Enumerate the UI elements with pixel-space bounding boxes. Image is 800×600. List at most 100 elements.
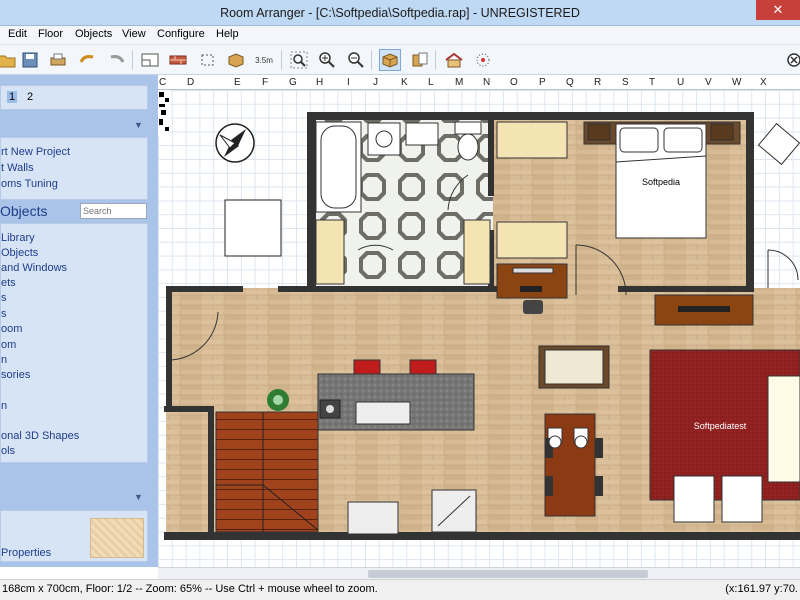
nightstand[interactable] — [587, 123, 611, 141]
properties-link[interactable]: Properties — [1, 547, 51, 559]
save-icon[interactable] — [19, 49, 41, 71]
ruler-column-label: L — [428, 77, 434, 88]
ruler-column-label: O — [510, 77, 518, 88]
rug-label: Softpediatest — [694, 421, 747, 431]
exit-icon[interactable] — [783, 49, 800, 71]
sofa[interactable] — [538, 345, 610, 389]
living-armchair[interactable] — [673, 475, 715, 523]
collapse-arrow-icon[interactable]: ▼ — [134, 492, 143, 502]
box-icon[interactable] — [225, 49, 247, 71]
start-panel: rt New Project t Walls oms Tuning — [0, 137, 148, 200]
objects-heading: Objects — [0, 203, 48, 219]
bathtub[interactable] — [315, 121, 362, 213]
toolbar-separator — [435, 50, 436, 70]
open-folder-icon[interactable] — [0, 49, 18, 71]
bed-label: Softpedia — [642, 177, 680, 187]
window-title: Room Arranger - [C:\Softpedia\Softpedia.… — [220, 6, 580, 20]
floor-plan-icon[interactable] — [139, 49, 161, 71]
house-3d-icon[interactable] — [443, 49, 465, 71]
plate — [574, 435, 588, 449]
top-ruler: C D E F G H I J K L M N O P Q R S T U V … — [158, 75, 800, 90]
object-category-link[interactable]: om — [1, 339, 16, 351]
cursor-coordinates: (x:161.97 y:70. — [725, 583, 798, 595]
kitchen-sink[interactable] — [347, 501, 399, 535]
menu-edit[interactable]: Edit — [8, 28, 27, 40]
menu-objects[interactable]: Objects — [75, 28, 112, 40]
page-tab-1[interactable]: 1 — [7, 91, 18, 103]
kitchen-island[interactable] — [317, 373, 475, 431]
object-category-link[interactable]: s — [1, 292, 7, 304]
ruler-column-label: E — [234, 77, 241, 88]
render-icon[interactable] — [472, 49, 494, 71]
close-button[interactable]: ✕ — [756, 0, 800, 20]
bar-stool[interactable] — [409, 359, 437, 375]
selection-icon[interactable] — [197, 49, 219, 71]
toolbar-separator — [281, 50, 282, 70]
object-category-link[interactable]: ols — [1, 445, 15, 457]
page-tab-2[interactable]: 2 — [27, 91, 33, 103]
ruler-column-label: Q — [566, 77, 574, 88]
floor-plan-drawing[interactable]: Softpedia Softpediatest — [158, 90, 800, 567]
object-category-link[interactable]: Objects — [1, 247, 38, 259]
dining-table[interactable] — [544, 413, 603, 517]
bathroom-vanity[interactable] — [405, 122, 439, 146]
zoom-in-icon[interactable] — [316, 49, 338, 71]
staircase[interactable] — [215, 411, 319, 533]
ruler-column-label: J — [373, 77, 378, 88]
closet[interactable] — [496, 221, 568, 259]
plan-marker-icon — [158, 90, 170, 136]
bathroom-sink[interactable] — [367, 122, 401, 156]
object-category-link[interactable]: and Windows — [1, 262, 67, 274]
closet[interactable] — [496, 121, 568, 159]
object-category-link[interactable]: n — [1, 354, 7, 366]
dimension-button[interactable]: 3.5m — [253, 49, 275, 71]
zoom-out-icon[interactable] — [345, 49, 367, 71]
plant-icon[interactable] — [267, 389, 289, 411]
object-category-link[interactable]: oom — [1, 323, 22, 335]
compass-icon[interactable] — [215, 123, 255, 163]
bar-stool[interactable] — [353, 359, 381, 375]
menu-help[interactable]: Help — [216, 28, 239, 40]
couch[interactable] — [767, 375, 800, 483]
ruler-column-label: C — [159, 77, 167, 88]
rooms-tuning-link[interactable]: oms Tuning — [1, 178, 58, 190]
search-input[interactable] — [80, 203, 147, 219]
object-category-link[interactable]: s — [1, 308, 7, 320]
floor-plan-canvas[interactable]: Softpedia Softpediatest — [158, 90, 800, 567]
armchair[interactable] — [757, 122, 800, 166]
ruler-column-label: X — [760, 77, 767, 88]
3d-box-icon[interactable] — [379, 49, 401, 71]
status-bar: 168cm x 700cm, Floor: 1/2 -- Zoom: 65% -… — [0, 579, 800, 600]
collapse-arrow-icon[interactable]: ▼ — [134, 120, 143, 130]
ruler-column-label: I — [347, 77, 350, 88]
print-icon[interactable] — [47, 49, 69, 71]
tv[interactable] — [678, 306, 730, 312]
ruler-column-label: H — [316, 77, 324, 88]
object-category-link[interactable]: onal 3D Shapes — [1, 430, 79, 442]
bathroom-cabinet[interactable] — [315, 219, 345, 285]
menu-configure[interactable]: Configure — [157, 28, 205, 40]
undo-icon[interactable] — [76, 49, 98, 71]
wall-icon[interactable] — [167, 49, 189, 71]
object-category-link[interactable]: Library — [1, 232, 35, 244]
ruler-column-label: G — [289, 77, 297, 88]
living-armchair[interactable] — [721, 475, 763, 523]
object-category-link[interactable]: ets — [1, 277, 16, 289]
horizontal-scrollbar[interactable] — [158, 567, 800, 579]
start-new-project-link[interactable]: rt New Project — [1, 146, 70, 158]
bathroom-cabinet[interactable] — [463, 219, 491, 285]
set-walls-link[interactable]: t Walls — [1, 162, 34, 174]
bed[interactable]: Softpedia — [615, 123, 707, 239]
object-list-icon[interactable] — [409, 49, 431, 71]
nightstand[interactable] — [710, 123, 734, 141]
object-category-link[interactable]: n — [1, 400, 7, 412]
menu-view[interactable]: View — [122, 28, 146, 40]
object-category-link[interactable]: sories — [1, 369, 30, 381]
scrollbar-thumb[interactable] — [368, 570, 648, 578]
menu-floor[interactable]: Floor — [38, 28, 63, 40]
ruler-column-label: M — [455, 77, 464, 88]
redo-icon[interactable] — [106, 49, 128, 71]
zoom-fit-icon[interactable] — [288, 49, 310, 71]
outdoor-table[interactable] — [224, 199, 282, 257]
floor-texture-swatch[interactable] — [90, 518, 144, 558]
